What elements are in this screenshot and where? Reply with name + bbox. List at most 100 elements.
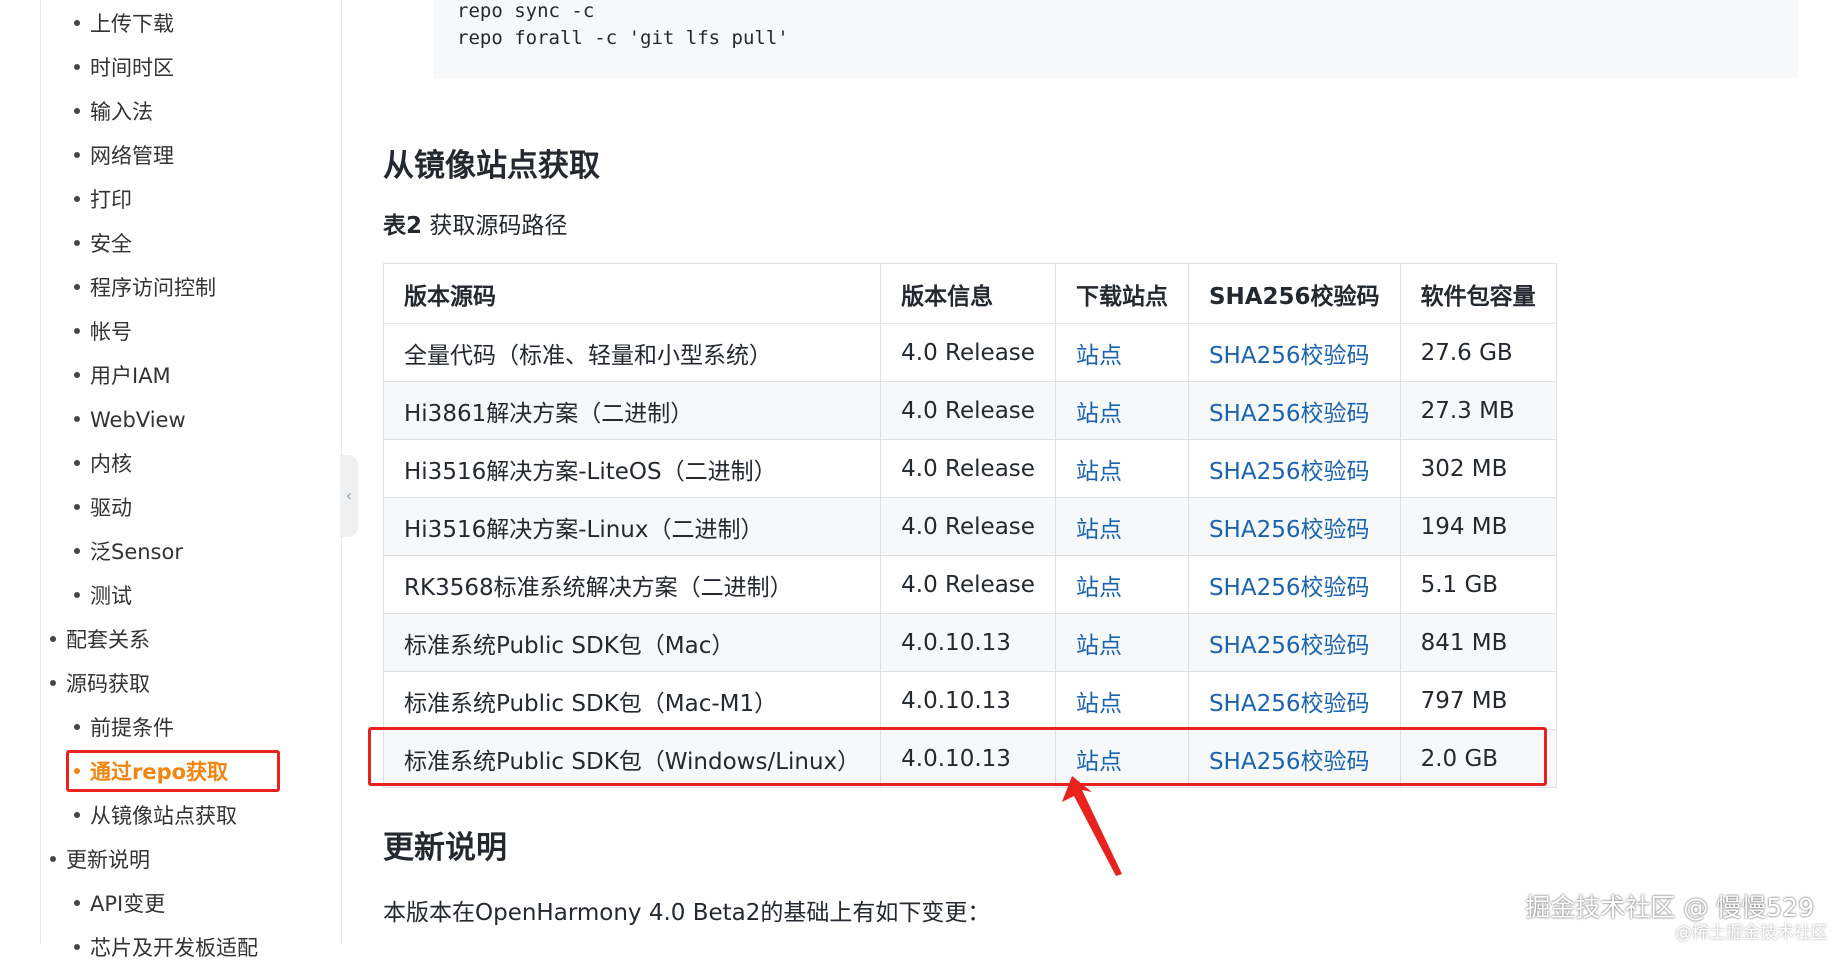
sidebar-item-release-notes[interactable]: 更新说明	[50, 845, 150, 875]
sidebar-item-access-control[interactable]: 程序访问控制	[74, 273, 216, 303]
table-caption: 表2 获取源码路径	[383, 213, 568, 239]
site-cell: 站点	[1054, 671, 1189, 730]
bullet-icon	[50, 680, 56, 686]
download-site-link[interactable]: 站点	[1076, 517, 1122, 543]
version-cell: 4.0 Release	[880, 439, 1056, 498]
source-name-cell: 标准系统Public SDK包（Mac-M1）	[382, 671, 882, 730]
sidebar-item-source-acquisition[interactable]: 源码获取	[50, 669, 150, 699]
sidebar-item-kernel[interactable]: 内核	[74, 449, 132, 479]
sha256-link[interactable]: SHA256校验码	[1209, 517, 1370, 543]
sidebar-item-security[interactable]: 安全	[74, 229, 132, 259]
sidebar-item-test[interactable]: 测试	[74, 581, 132, 611]
code-line: repo sync -c	[457, 0, 595, 22]
sidebar-item-prerequisites[interactable]: 前提条件	[74, 713, 174, 743]
size-cell: 194 MB	[1399, 497, 1557, 556]
bullet-icon	[74, 944, 80, 950]
bullet-icon	[74, 152, 80, 158]
site-cell: 站点	[1054, 439, 1189, 498]
version-cell: 4.0 Release	[880, 555, 1056, 614]
sha256-link[interactable]: SHA256校验码	[1209, 575, 1370, 601]
bullet-icon	[74, 460, 80, 466]
sidebar-item-account[interactable]: 帐号	[74, 317, 132, 347]
sha-cell: SHA256校验码	[1187, 613, 1401, 672]
bullet-icon	[74, 812, 80, 818]
column-header: 版本信息	[880, 263, 1056, 324]
site-cell: 站点	[1054, 613, 1189, 672]
bullet-icon	[74, 724, 80, 730]
bullet-icon	[74, 592, 80, 598]
table-row: RK3568标准系统解决方案（二进制） 4.0 Release 站点 SHA25…	[382, 555, 1557, 614]
sidebar-item-driver[interactable]: 驱动	[74, 493, 132, 523]
size-cell: 797 MB	[1399, 671, 1557, 730]
sha-cell: SHA256校验码	[1187, 381, 1401, 440]
sidebar-item-input-method[interactable]: 输入法	[74, 97, 153, 127]
size-cell: 841 MB	[1399, 613, 1557, 672]
code-line: repo forall -c 'git lfs pull'	[457, 27, 789, 49]
sidebar-item-chip-adaptation[interactable]: 芯片及开发板适配	[74, 933, 258, 963]
sha256-link[interactable]: SHA256校验码	[1209, 691, 1370, 717]
section-title: 从镜像站点获取	[383, 148, 600, 184]
size-cell: 27.6 GB	[1399, 323, 1557, 382]
bullet-icon	[74, 372, 80, 378]
bullet-icon	[74, 196, 80, 202]
sha256-link[interactable]: SHA256校验码	[1209, 401, 1370, 427]
download-site-link[interactable]: 站点	[1076, 459, 1122, 485]
download-site-link[interactable]: 站点	[1076, 633, 1122, 659]
source-name-cell: Hi3861解决方案（二进制）	[382, 381, 882, 440]
column-header: SHA256校验码	[1187, 263, 1401, 324]
table-row: Hi3516解决方案-Linux（二进制） 4.0 Release 站点 SHA…	[382, 497, 1557, 556]
sha-cell: SHA256校验码	[1187, 671, 1401, 730]
sidebar-highlight-box	[66, 750, 280, 792]
version-cell: 4.0 Release	[880, 323, 1056, 382]
sidebar-item-upload-download[interactable]: 上传下载	[74, 9, 174, 39]
site-cell: 站点	[1054, 497, 1189, 556]
sidebar-item-from-mirror[interactable]: 从镜像站点获取	[74, 801, 237, 831]
row-highlight-box	[368, 727, 1547, 786]
table-row: Hi3516解决方案-LiteOS（二进制） 4.0 Release 站点 SH…	[382, 439, 1557, 498]
column-header: 版本源码	[382, 263, 882, 324]
size-cell: 5.1 GB	[1399, 555, 1557, 614]
sidebar-item-api-changes[interactable]: API变更	[74, 889, 165, 919]
source-name-cell: 全量代码（标准、轻量和小型系统）	[382, 323, 882, 382]
size-cell: 302 MB	[1399, 439, 1557, 498]
annotation-arrow-icon	[1062, 776, 1122, 876]
sidebar-collapse-button[interactable]: ‹	[340, 455, 358, 537]
table-row: 标准系统Public SDK包（Mac） 4.0.10.13 站点 SHA256…	[382, 613, 1557, 672]
bullet-icon	[74, 240, 80, 246]
sha-cell: SHA256校验码	[1187, 323, 1401, 382]
sha256-link[interactable]: SHA256校验码	[1209, 633, 1370, 659]
sha256-link[interactable]: SHA256校验码	[1209, 343, 1370, 369]
site-cell: 站点	[1054, 381, 1189, 440]
source-name-cell: 标准系统Public SDK包（Mac）	[382, 613, 882, 672]
site-cell: 站点	[1054, 323, 1189, 382]
download-site-link[interactable]: 站点	[1076, 575, 1122, 601]
source-name-cell: Hi3516解决方案-LiteOS（二进制）	[382, 439, 882, 498]
download-site-link[interactable]: 站点	[1076, 343, 1122, 369]
table-row: 标准系统Public SDK包（Mac-M1） 4.0.10.13 站点 SHA…	[382, 671, 1557, 730]
site-cell: 站点	[1054, 555, 1189, 614]
sidebar-item-network[interactable]: 网络管理	[74, 141, 174, 171]
version-cell: 4.0.10.13	[880, 613, 1056, 672]
sidebar-item-sensor[interactable]: 泛Sensor	[74, 537, 183, 567]
watermark-sub: @稀土掘金技术社区	[1675, 923, 1828, 943]
sha-cell: SHA256校验码	[1187, 555, 1401, 614]
version-cell: 4.0.10.13	[880, 671, 1056, 730]
sidebar-item-user-iam[interactable]: 用户IAM	[74, 361, 171, 391]
sha256-link[interactable]: SHA256校验码	[1209, 459, 1370, 485]
sha-cell: SHA256校验码	[1187, 439, 1401, 498]
bullet-icon	[74, 328, 80, 334]
sidebar-item-print[interactable]: 打印	[74, 185, 132, 215]
sidebar-item-webview[interactable]: WebView	[74, 405, 186, 435]
size-cell: 27.3 MB	[1399, 381, 1557, 440]
download-site-link[interactable]: 站点	[1076, 691, 1122, 717]
chevron-left-icon: ‹	[345, 486, 353, 505]
bullet-icon	[50, 856, 56, 862]
sidebar-item-compatibility[interactable]: 配套关系	[50, 625, 150, 655]
source-name-cell: RK3568标准系统解决方案（二进制）	[382, 555, 882, 614]
update-text: 本版本在OpenHarmony 4.0 Beta2的基础上有如下变更：	[383, 900, 991, 926]
sha-cell: SHA256校验码	[1187, 497, 1401, 556]
bullet-icon	[74, 900, 80, 906]
sidebar-item-time-zone[interactable]: 时间时区	[74, 53, 174, 83]
download-site-link[interactable]: 站点	[1076, 401, 1122, 427]
bullet-icon	[74, 548, 80, 554]
